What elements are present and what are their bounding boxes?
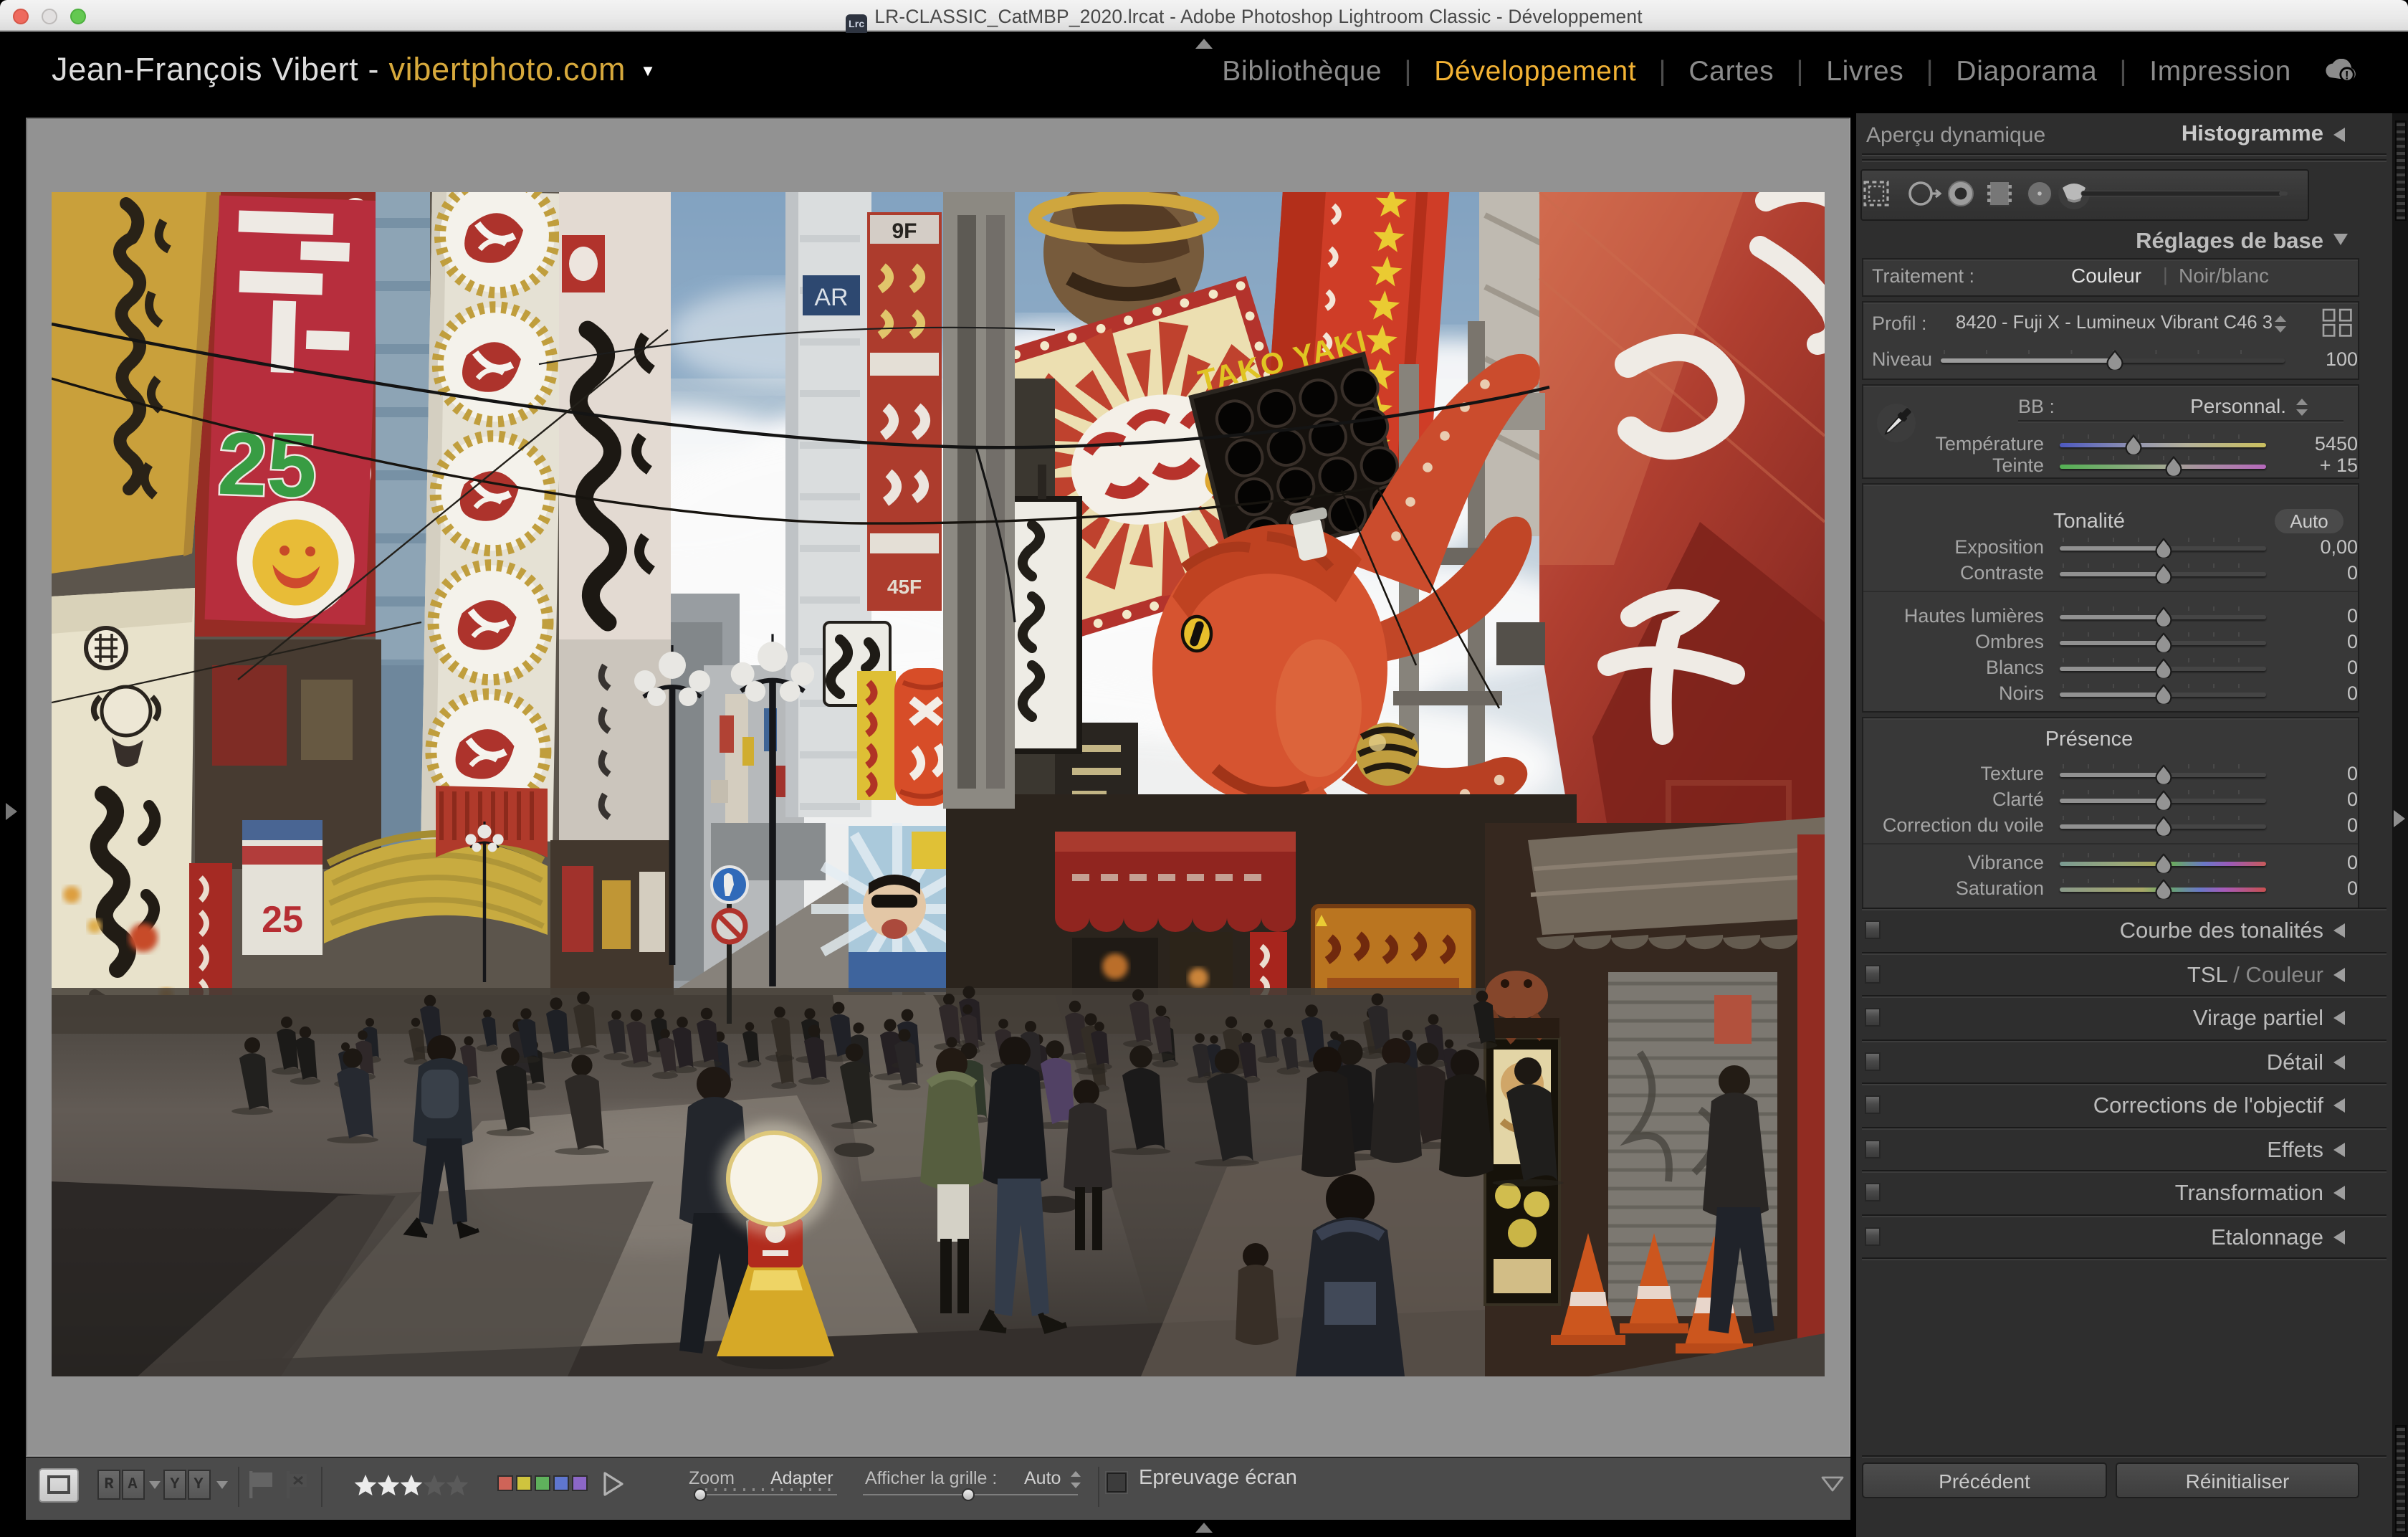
svg-text:!: ! bbox=[2345, 68, 2349, 82]
svg-text:45F: 45F bbox=[887, 575, 921, 597]
svg-text:9F: 9F bbox=[891, 219, 916, 242]
svg-text:AR: AR bbox=[813, 283, 847, 310]
svg-text:25: 25 bbox=[261, 898, 302, 940]
svg-text:25: 25 bbox=[216, 414, 318, 516]
